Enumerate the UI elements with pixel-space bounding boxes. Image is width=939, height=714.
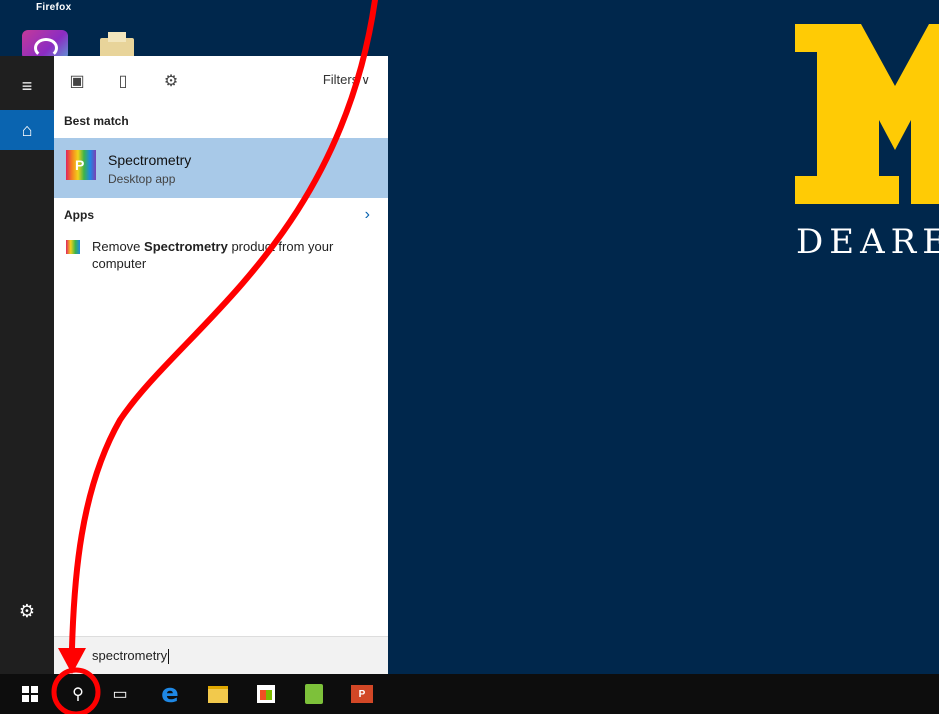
search-panel: ▣ ▯ ⚙ Filters ∨ Best match P Spectrometry…	[54, 56, 388, 674]
chevron-right-icon[interactable]: ›	[365, 206, 370, 224]
grid-icon[interactable]: ▣	[66, 70, 88, 92]
apps-label: Apps	[64, 208, 94, 222]
app-result-text: Remove Spectrometry product from your co…	[92, 239, 334, 271]
best-match-subtitle: Desktop app	[108, 172, 176, 186]
hamburger-icon[interactable]: ≡	[0, 66, 54, 106]
taskbar: ⚲ ▭ e P	[0, 674, 939, 714]
best-match-label: Best match	[64, 114, 129, 128]
michigan-logo	[795, 24, 939, 204]
text-caret	[168, 649, 170, 665]
chevron-down-icon: ∨	[361, 73, 370, 87]
green-app-icon[interactable]	[292, 674, 336, 714]
desktop-label: Firefox	[36, 2, 72, 13]
filters-label: Filters	[322, 72, 359, 87]
best-match-result[interactable]: P Spectrometry Desktop app	[54, 138, 388, 198]
start-rail: ≡ ⌂ ⚙	[0, 56, 54, 674]
edge-icon[interactable]: e	[148, 674, 192, 714]
logo-text: DEAREB	[796, 222, 939, 262]
panel-toolbar: ▣ ▯ ⚙ Filters ∨	[54, 56, 388, 106]
file-explorer-icon[interactable]	[196, 674, 240, 714]
search-box[interactable]: spectrometry	[54, 636, 388, 675]
best-match-title: Spectrometry	[108, 152, 192, 168]
gear-icon[interactable]: ⚙	[160, 70, 182, 92]
app-result-item[interactable]: Remove Spectrometry product from your co…	[54, 234, 388, 280]
store-icon[interactable]	[244, 674, 288, 714]
powerpoint-icon[interactable]: P	[340, 674, 384, 714]
document-icon[interactable]: ▯	[112, 70, 134, 92]
spectrometry-app-icon: P	[66, 150, 96, 180]
spectrometry-small-icon	[66, 240, 80, 254]
gear-icon[interactable]: ⚙	[0, 591, 54, 631]
home-icon[interactable]: ⌂	[0, 110, 54, 150]
filters-dropdown[interactable]: Filters ∨	[323, 72, 370, 87]
search-input[interactable]: spectrometry	[92, 648, 170, 665]
task-view-icon[interactable]: ▭	[98, 674, 142, 714]
windows-start-icon[interactable]	[8, 674, 52, 714]
search-icon[interactable]: ⚲	[56, 674, 100, 714]
